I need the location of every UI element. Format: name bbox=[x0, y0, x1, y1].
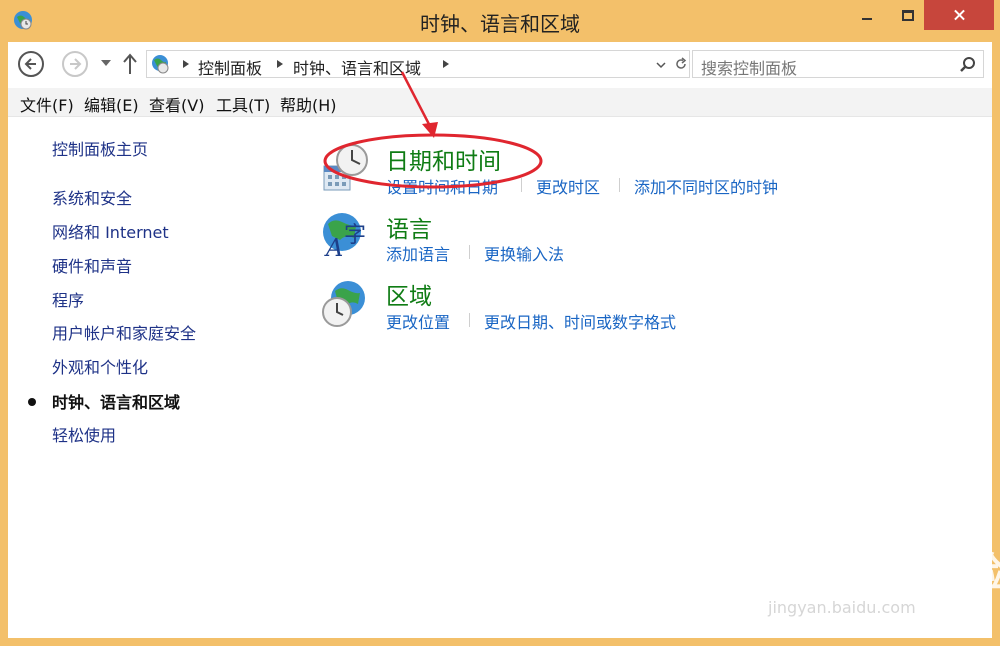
sidebar-item-user-accounts[interactable]: 用户帐户和家庭安全 bbox=[52, 320, 196, 344]
link-divider bbox=[619, 178, 620, 192]
menu-file[interactable]: 文件(F) bbox=[20, 92, 74, 116]
link-change-formats[interactable]: 更改日期、时间或数字格式 bbox=[484, 309, 676, 333]
recent-locations-dropdown[interactable] bbox=[100, 57, 112, 69]
control-panel-icon bbox=[152, 55, 169, 74]
close-button[interactable] bbox=[924, 0, 994, 30]
menu-view[interactable]: 查看(V) bbox=[149, 92, 204, 116]
address-bar[interactable]: 控制面板 时钟、语言和区域 bbox=[146, 50, 690, 78]
arrow-right-icon bbox=[70, 58, 82, 70]
current-item-bullet bbox=[28, 398, 36, 406]
menu-help[interactable]: 帮助(H) bbox=[280, 92, 337, 116]
category-title-language[interactable]: 语言 bbox=[386, 210, 432, 244]
watermark-url: jingyan.baidu.com bbox=[768, 598, 916, 617]
sidebar-item-programs[interactable]: 程序 bbox=[52, 287, 84, 311]
sidebar-item-hardware-sound[interactable]: 硬件和声音 bbox=[52, 253, 132, 277]
link-divider bbox=[521, 178, 522, 192]
breadcrumb-control-panel[interactable]: 控制面板 bbox=[198, 55, 262, 79]
refresh-icon[interactable] bbox=[674, 57, 688, 71]
sidebar-item-clock-language-region: 时钟、语言和区域 bbox=[52, 393, 181, 412]
menu-tools[interactable]: 工具(T) bbox=[216, 92, 270, 116]
clock-calendar-icon[interactable] bbox=[320, 142, 372, 194]
sidebar-item-system-security[interactable]: 系统和安全 bbox=[52, 185, 132, 209]
link-change-timezone[interactable]: 更改时区 bbox=[536, 174, 600, 198]
category-title-date-time[interactable]: 日期和时间 bbox=[386, 142, 501, 176]
breadcrumb-separator-icon[interactable] bbox=[277, 60, 283, 68]
breadcrumb-current[interactable]: 时钟、语言和区域 bbox=[293, 55, 421, 79]
link-add-clocks[interactable]: 添加不同时区的时钟 bbox=[634, 174, 778, 198]
watermark-text: Bai du 经验 bbox=[768, 550, 1000, 596]
arrow-left-icon bbox=[24, 58, 36, 70]
link-divider bbox=[469, 313, 470, 327]
control-panel-window: 时钟、语言和区域 控制面板 时钟、语言和区域 搜索控制面板 文件(F) 编辑(E… bbox=[0, 0, 1000, 646]
menu-edit[interactable]: 编辑(E) bbox=[84, 92, 139, 116]
up-arrow-icon[interactable] bbox=[122, 53, 138, 75]
back-button[interactable] bbox=[18, 51, 44, 77]
link-divider bbox=[469, 245, 470, 259]
link-set-date-time[interactable]: 设置时间和日期 bbox=[386, 174, 498, 198]
navigation-bar: 控制面板 时钟、语言和区域 搜索控制面板 bbox=[8, 42, 992, 88]
title-bar[interactable]: 时钟、语言和区域 bbox=[0, 0, 1000, 42]
search-input[interactable]: 搜索控制面板 bbox=[692, 50, 984, 78]
breadcrumb-separator-icon[interactable] bbox=[443, 60, 449, 68]
sidebar-item-ease-of-access[interactable]: 轻松使用 bbox=[52, 422, 116, 446]
link-change-input-method[interactable]: 更换输入法 bbox=[484, 241, 564, 265]
link-change-location[interactable]: 更改位置 bbox=[386, 309, 450, 333]
menu-bar: 文件(F) 编辑(E) 查看(V) 工具(T) 帮助(H) bbox=[8, 88, 992, 117]
svg-text:A: A bbox=[324, 234, 343, 262]
link-add-language[interactable]: 添加语言 bbox=[386, 241, 450, 265]
maximize-button[interactable] bbox=[890, 0, 924, 30]
search-placeholder: 搜索控制面板 bbox=[701, 59, 798, 78]
watermark: Bai du 经验 jingyan.baidu.com bbox=[760, 532, 1000, 630]
chevron-down-icon[interactable] bbox=[656, 61, 666, 69]
forward-button[interactable] bbox=[62, 51, 88, 77]
category-title-region[interactable]: 区域 bbox=[386, 277, 432, 311]
sidebar-item-appearance[interactable]: 外观和个性化 bbox=[52, 354, 148, 378]
svg-text:字: 字 bbox=[344, 223, 366, 248]
sidebar-item-home[interactable]: 控制面板主页 bbox=[52, 136, 148, 160]
search-icon[interactable] bbox=[959, 56, 977, 74]
globe-language-icon[interactable]: A 字 bbox=[320, 210, 372, 262]
minimize-button[interactable] bbox=[846, 0, 890, 30]
sidebar-item-network[interactable]: 网络和 Internet bbox=[52, 219, 169, 243]
globe-clock-icon[interactable] bbox=[320, 278, 372, 330]
breadcrumb-separator-icon[interactable] bbox=[183, 60, 189, 68]
